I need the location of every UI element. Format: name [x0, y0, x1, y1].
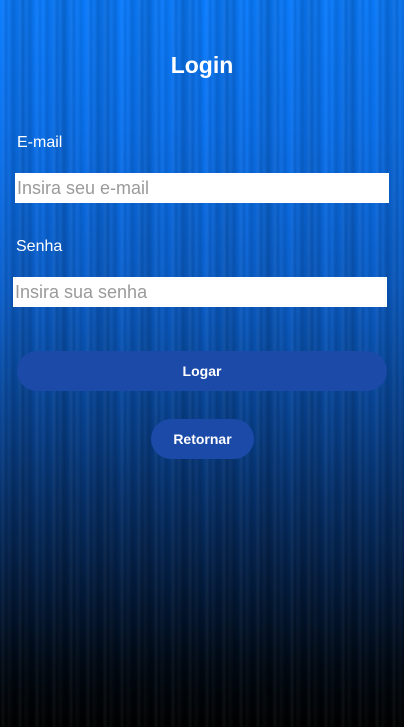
email-field[interactable]	[15, 173, 389, 203]
login-button[interactable]: Logar	[17, 351, 387, 391]
login-screen: Login E-mail Senha Logar Retornar	[0, 0, 404, 727]
page-title: Login	[170, 52, 234, 78]
password-field[interactable]	[13, 277, 387, 307]
password-label: Senha	[16, 238, 63, 255]
back-button[interactable]: Retornar	[151, 419, 254, 459]
email-label: E-mail	[17, 134, 63, 151]
